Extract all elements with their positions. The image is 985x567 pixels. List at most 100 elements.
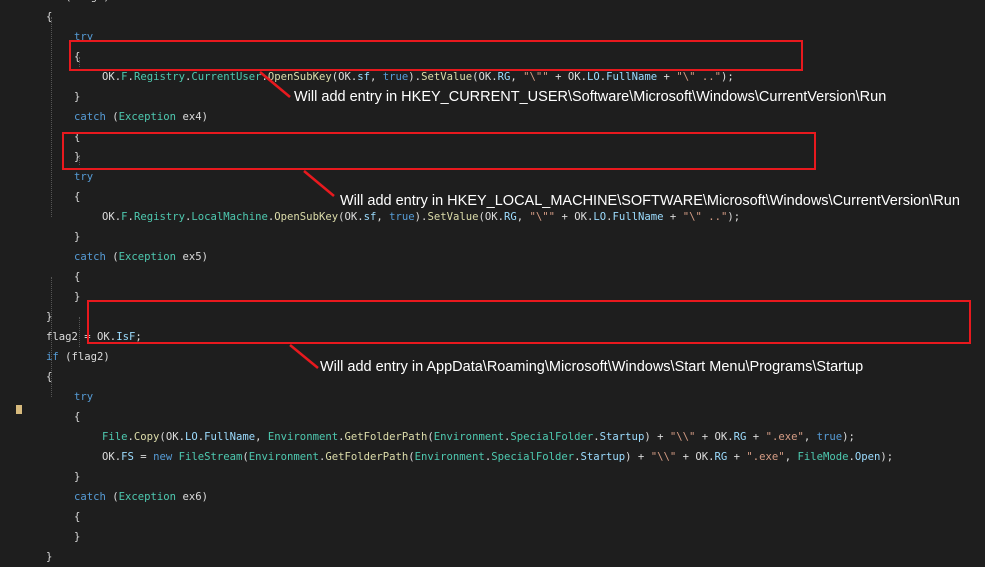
code-token: + bbox=[548, 71, 568, 83]
code-token: RG bbox=[714, 451, 728, 463]
code-token: OpenSubKey bbox=[267, 71, 332, 83]
code-token: ); bbox=[880, 451, 894, 463]
code-token: } bbox=[74, 91, 81, 103]
code-token: LO bbox=[586, 71, 600, 83]
code-line[interactable]: } bbox=[74, 227, 80, 247]
code-line[interactable]: try bbox=[74, 167, 93, 187]
code-token: Environment bbox=[414, 451, 485, 463]
code-token: (flag2) bbox=[58, 351, 110, 363]
code-token: new bbox=[153, 451, 173, 463]
code-line[interactable]: } bbox=[46, 547, 52, 567]
code-line[interactable]: catch (Exception ex6) bbox=[74, 487, 208, 507]
code-line[interactable]: File.Copy(OK.LO.FullName, Environment.Ge… bbox=[102, 427, 855, 447]
code-line[interactable]: try bbox=[74, 387, 93, 407]
code-token: { bbox=[74, 191, 81, 203]
code-token: , bbox=[255, 431, 268, 443]
annotation-local-machine-run: Will add entry in HKEY_LOCAL_MACHINE\SOF… bbox=[340, 193, 960, 209]
code-token: Startup bbox=[580, 451, 626, 463]
code-line[interactable]: if (flag2) bbox=[46, 347, 110, 367]
code-line[interactable]: } bbox=[74, 87, 80, 107]
code-token: { bbox=[46, 11, 53, 23]
code-token: if bbox=[46, 351, 59, 363]
code-token: OK bbox=[102, 451, 115, 463]
code-token: Startup bbox=[599, 431, 645, 443]
code-token: OK bbox=[574, 211, 587, 223]
code-token: ".exe" bbox=[765, 431, 804, 443]
code-token: ex4) bbox=[176, 111, 208, 123]
code-token: + bbox=[663, 211, 683, 223]
code-token: Environment bbox=[248, 451, 319, 463]
highlight-box-local-machine bbox=[62, 132, 816, 170]
code-line[interactable]: { bbox=[46, 7, 52, 27]
code-line[interactable]: { bbox=[74, 267, 80, 287]
code-token: catch bbox=[74, 491, 106, 503]
code-token: OK bbox=[484, 211, 498, 223]
code-token: "\"" bbox=[523, 71, 549, 83]
code-token: "\\" bbox=[650, 451, 677, 463]
code-token: OK bbox=[714, 431, 728, 443]
code-token: } bbox=[74, 231, 81, 243]
code-token: OK bbox=[102, 211, 115, 223]
code-token: "\" .." bbox=[682, 211, 728, 223]
code-line[interactable]: } bbox=[46, 307, 52, 327]
code-token: OK bbox=[567, 71, 581, 83]
code-line[interactable]: OK.FS = new FileStream(Environment.GetFo… bbox=[102, 447, 893, 467]
code-token: ); bbox=[842, 431, 855, 443]
code-token: true bbox=[816, 431, 843, 443]
gutter-marker bbox=[16, 405, 22, 414]
code-token: FullName bbox=[204, 431, 256, 443]
code-token: catch bbox=[74, 251, 106, 263]
code-token: OK bbox=[344, 211, 358, 223]
code-line[interactable]: } bbox=[74, 287, 80, 307]
code-token: sf bbox=[357, 71, 371, 83]
code-token: } bbox=[46, 551, 53, 563]
code-line[interactable]: { bbox=[74, 407, 80, 427]
code-line[interactable]: catch (Exception ex5) bbox=[74, 247, 208, 267]
code-token: Environment bbox=[267, 431, 339, 443]
code-token: RG bbox=[504, 211, 517, 223]
code-token: = bbox=[133, 451, 154, 463]
indent-guide bbox=[51, 17, 52, 217]
code-token: FileMode bbox=[797, 451, 849, 463]
code-token: "\\" bbox=[669, 431, 696, 443]
code-line[interactable]: } bbox=[74, 527, 80, 547]
code-token: LocalMachine bbox=[191, 211, 268, 223]
code-token: ( bbox=[105, 491, 119, 503]
code-token: SpecialFolder bbox=[491, 451, 575, 463]
code-token: + bbox=[676, 451, 696, 463]
code-line[interactable]: { bbox=[46, 367, 52, 387]
code-line[interactable]: { bbox=[74, 187, 80, 207]
code-token: try bbox=[74, 171, 94, 183]
code-token: } bbox=[74, 471, 81, 483]
code-line[interactable]: } bbox=[74, 467, 80, 487]
code-token: LO bbox=[593, 211, 607, 223]
code-token: } bbox=[46, 311, 53, 323]
code-token: (flag2) bbox=[59, 0, 110, 3]
code-token: SpecialFolder bbox=[510, 431, 594, 443]
code-token: { bbox=[74, 271, 81, 283]
code-token: + bbox=[695, 431, 715, 443]
code-token: OK bbox=[695, 451, 709, 463]
highlight-box-startup bbox=[87, 300, 971, 344]
code-token: ). bbox=[408, 71, 422, 83]
code-line[interactable]: OK.F.Registry.LocalMachine.OpenSubKey(OK… bbox=[102, 207, 740, 227]
code-token: File bbox=[102, 431, 128, 443]
code-token: ".exe" bbox=[746, 451, 785, 463]
code-token: Registry bbox=[133, 211, 185, 223]
code-line[interactable]: { bbox=[74, 507, 80, 527]
code-token: , bbox=[784, 451, 798, 463]
code-token: Environment bbox=[433, 431, 504, 443]
code-token: "\"" bbox=[529, 211, 556, 223]
code-token: Registry bbox=[133, 71, 185, 83]
code-token: ). bbox=[414, 211, 428, 223]
code-token: GetFolderPath bbox=[325, 451, 409, 463]
annotation-startup-folder: Will add entry in AppData\Roaming\Micros… bbox=[320, 359, 864, 375]
code-token: true bbox=[382, 71, 409, 83]
annotation-current-user-run: Will add entry in HKEY_CURRENT_USER\Soft… bbox=[294, 89, 887, 105]
highlight-box-current-user bbox=[69, 40, 803, 71]
code-token: SetValue bbox=[427, 211, 479, 223]
code-line[interactable]: if (flag2) bbox=[46, 0, 110, 7]
code-line[interactable]: catch (Exception ex4) bbox=[74, 107, 208, 127]
code-token: "\" .." bbox=[676, 71, 721, 83]
code-token: } bbox=[74, 531, 81, 543]
